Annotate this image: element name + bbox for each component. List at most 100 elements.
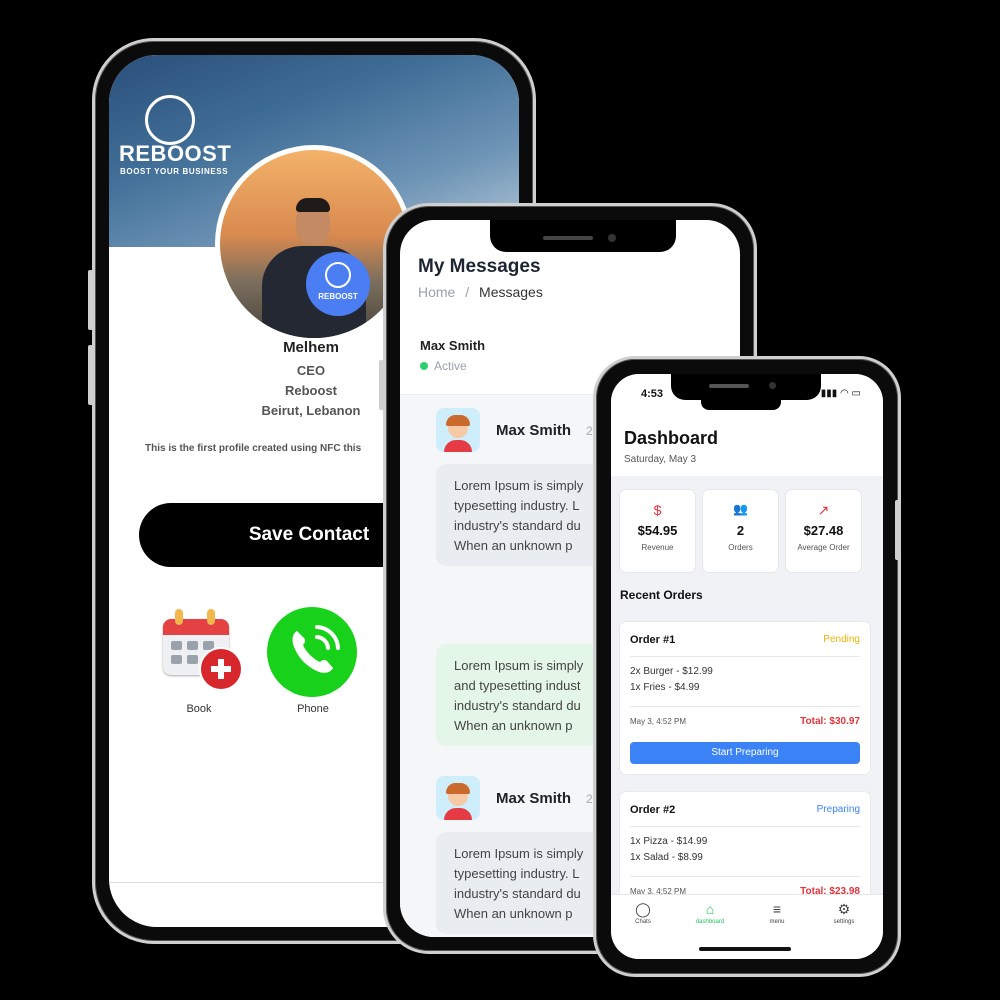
dynamic-island <box>701 400 781 410</box>
avatar-shirt <box>444 440 472 452</box>
order-title: Order #1 <box>630 634 676 646</box>
stat-label: Revenue <box>641 543 674 552</box>
calendar-ring <box>175 609 183 625</box>
breadcrumb-home[interactable]: Home <box>418 284 455 300</box>
reboost-badge: REBOOST <box>306 252 370 316</box>
order-total: Total: $30.97 <box>800 716 860 727</box>
users-icon: 👥 <box>733 502 748 516</box>
stat-value: $54.95 <box>637 523 678 538</box>
order-item: 2x Burger - $12.99 <box>630 666 713 677</box>
front-camera <box>608 234 616 242</box>
chat-contact-status: Active <box>420 359 467 373</box>
dashboard-screen: 4:53 ▮▮▮ ◠ ▭ Dashboard Saturday, May 3 $… <box>611 374 883 959</box>
online-dot-icon <box>420 362 428 370</box>
book-label: Book <box>186 703 212 715</box>
menu-icon: ≡ <box>772 901 782 917</box>
section-title: Recent Orders <box>620 588 703 602</box>
brand-tagline: BOOST YOUR BUSINESS <box>120 167 229 176</box>
page-title: My Messages <box>418 256 541 277</box>
bottom-tab-bar: ◯ Chats ⌂ dashboard ≡ menu ⚙ settings <box>611 894 883 959</box>
avatar <box>436 776 480 820</box>
stat-value: 2 <box>736 523 745 538</box>
calendar-header <box>163 619 229 635</box>
side-button <box>379 360 384 410</box>
stat-label: Orders <box>728 543 753 552</box>
power-button <box>895 500 900 560</box>
chat-icon: ◯ <box>635 901 651 917</box>
home-icon: ⌂ <box>705 901 715 917</box>
order-card[interactable]: Order #1 Pending 2x Burger - $12.99 1x F… <box>620 622 870 774</box>
divider <box>630 656 860 657</box>
message-sender: Max Smith <box>496 422 572 439</box>
gear-icon: ⚙ <box>837 901 851 917</box>
divider <box>630 706 860 707</box>
avatar <box>436 408 480 452</box>
tab-label: Chats <box>635 919 651 925</box>
tab-label: settings <box>833 919 855 925</box>
divider <box>630 876 860 877</box>
tab-dashboard[interactable]: ⌂ dashboard <box>680 901 740 925</box>
tab-chats[interactable]: ◯ Chats <box>613 901 673 925</box>
calendar-day <box>171 641 182 650</box>
rocket-logo-icon <box>145 95 195 145</box>
avatar-hair <box>446 783 470 794</box>
calendar-day <box>187 655 198 664</box>
brand-title: REBOOST <box>119 141 232 166</box>
calendar-day <box>187 641 198 650</box>
tab-label: dashboard <box>695 919 725 925</box>
calendar-day <box>171 655 182 664</box>
page-date: Saturday, May 3 <box>624 454 697 465</box>
breadcrumb-current: Messages <box>479 284 543 300</box>
profile-description: This is the first profile created using … <box>145 443 362 454</box>
avatar-shirt <box>444 808 472 820</box>
avatar-hair <box>296 198 330 212</box>
stat-label: Average Order <box>797 543 850 552</box>
order-item: 1x Fries - $4.99 <box>630 682 700 693</box>
breadcrumb: Home / Messages <box>418 284 543 300</box>
message-time: 2 <box>586 792 593 806</box>
speaker-grille <box>543 236 593 240</box>
volume-down-button <box>88 345 93 405</box>
stat-card-revenue: $ $54.95 Revenue <box>620 490 695 572</box>
phone-call-icon[interactable] <box>267 607 357 697</box>
order-date: May 3, 4:52 PM <box>630 717 687 726</box>
order-item: 1x Salad - $8.99 <box>630 852 703 863</box>
calendar-ring <box>207 609 215 625</box>
start-preparing-button[interactable]: Start Preparing <box>630 742 860 764</box>
signal-icon: ▮▮▮ <box>820 388 838 399</box>
avatar-hair <box>446 415 470 426</box>
trend-up-icon: ↗ <box>817 502 830 518</box>
calendar-add-icon[interactable] <box>161 609 243 691</box>
chat-contact-name: Max Smith <box>420 338 486 353</box>
speaker-grille <box>709 384 749 388</box>
dashboard-header: 4:53 ▮▮▮ ◠ ▭ Dashboard Saturday, May 3 <box>611 374 883 476</box>
stat-value: $27.48 <box>803 523 844 538</box>
status-badge: Pending <box>823 634 860 645</box>
stat-card-orders: 👥 2 Orders <box>703 490 778 572</box>
plus-bar <box>218 659 224 679</box>
order-title: Order #2 <box>630 804 676 816</box>
breadcrumb-separator: / <box>465 284 470 300</box>
divider <box>630 826 860 827</box>
status-text: Active <box>434 359 467 373</box>
status-time: 4:53 <box>641 388 664 400</box>
home-indicator <box>699 947 791 951</box>
plus-icon <box>199 647 243 691</box>
message-sender: Max Smith <box>496 790 572 807</box>
dollar-icon: $ <box>653 502 662 518</box>
badge-rocket-icon <box>325 262 351 288</box>
page-title: Dashboard <box>624 428 719 448</box>
stat-card-average: ↗ $27.48 Average Order <box>786 490 861 572</box>
phone-label: Phone <box>297 703 329 715</box>
wifi-icon: ◠ <box>840 388 849 399</box>
tab-label: menu <box>769 919 785 925</box>
status-badge: Preparing <box>816 804 860 815</box>
order-item: 1x Pizza - $14.99 <box>630 836 708 847</box>
message-time: 2 <box>586 424 593 438</box>
front-camera <box>769 382 776 389</box>
tab-menu[interactable]: ≡ menu <box>747 901 807 925</box>
tab-settings[interactable]: ⚙ settings <box>814 901 874 925</box>
badge-text: REBOOST <box>318 292 358 301</box>
battery-icon: ▭ <box>851 388 861 399</box>
phone-glyph <box>292 625 340 673</box>
